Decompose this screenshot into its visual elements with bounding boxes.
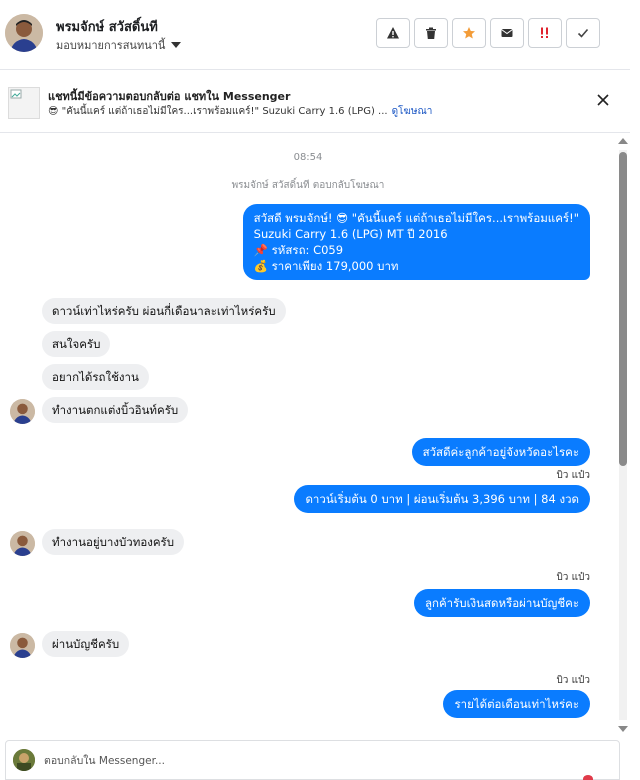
outgoing-message[interactable]: รายได้ต่อเดือนเท่าไหร่คะ — [443, 690, 590, 718]
incoming-message[interactable]: ทำงานตกแต่งบิ้วอินท์ครับ — [42, 397, 189, 423]
message-timestamp: 08:54 — [293, 152, 323, 163]
page-avatar — [13, 749, 35, 771]
contact-avatar-small — [10, 633, 35, 658]
broken-image-icon — [10, 89, 22, 99]
follow-up-button[interactable] — [528, 18, 562, 48]
ad-message-line: 💰 ราคาเพียง 179,000 บาท — [253, 259, 399, 273]
outgoing-message[interactable]: ดาวน์เริ่มต้น 0 บาท | ผ่อนเริ่มต้น 3,396… — [294, 485, 590, 513]
page-logo-icon — [13, 749, 35, 771]
incoming-message[interactable]: สนใจครับ — [42, 331, 111, 357]
message-thread[interactable]: 08:54 พรมจักษ์ สวัสดิ์นที ตอบกลับโฆษณา ส… — [0, 134, 630, 738]
contact-avatar[interactable] — [5, 14, 43, 52]
reply-input[interactable] — [44, 751, 584, 771]
messenger-reply-banner: แชทนี้มีข้อความตอบกลับต่อ แชทใน Messenge… — [0, 71, 630, 133]
person-icon — [10, 633, 35, 658]
conversation-header: พรมจักษ์ สวัสดิ์นที มอบหมายการสนทนานี้ — [0, 0, 630, 70]
assign-label: มอบหมายการสนทนานี้ — [56, 39, 166, 52]
close-icon[interactable] — [596, 93, 610, 107]
mark-unread-button[interactable] — [490, 18, 524, 48]
view-ad-link[interactable]: ดูโฆษณา — [392, 106, 433, 117]
ad-message-line: 📌 รหัสรถ: C059 — [253, 243, 344, 257]
incoming-message[interactable]: อยากได้รถใช้งาน — [42, 364, 149, 390]
ad-message-line: สวัสดี พรมจักษ์! 😎 "คันนี้แคร์ แต่ถ้าเธอ… — [253, 211, 579, 225]
assign-conversation-dropdown[interactable]: มอบหมายการสนทนานี้ — [56, 36, 182, 54]
exclamation-icon — [541, 27, 548, 38]
trash-icon — [426, 27, 436, 39]
ad-reply-notice: พรมจักษ์ สวัสดิ์นที ตอบกลับโฆษณา — [231, 180, 385, 191]
ad-caption: 😎 "คันนี้แคร์ แต่ถ้าเธอไม่มีใคร...เราพร้… — [48, 106, 388, 117]
caret-down-icon — [171, 42, 182, 48]
delete-button[interactable] — [414, 18, 448, 48]
outgoing-ad-message[interactable]: สวัสดี พรมจักษ์! 😎 "คันนี้แคร์ แต่ถ้าเธอ… — [242, 204, 590, 280]
banner-subtitle: 😎 "คันนี้แคร์ แต่ถ้าเธอไม่มีใคร...เราพร้… — [48, 104, 432, 119]
contact-avatar-small — [10, 399, 35, 424]
reply-composer — [5, 740, 620, 780]
banner-title: แชทนี้มีข้อความตอบกลับต่อ แชทใน Messenge… — [48, 90, 291, 103]
thread-scrollbar[interactable] — [616, 138, 630, 732]
header-actions — [376, 18, 600, 48]
ad-thumbnail — [8, 87, 40, 119]
envelope-icon — [501, 29, 513, 37]
ad-message-line: Suzuki Carry 1.6 (LPG) MT ปี 2016 — [253, 227, 448, 241]
scroll-down-arrow-icon[interactable] — [618, 726, 628, 732]
seen-by-label: บิว แป๋ว — [556, 675, 590, 686]
scroll-up-arrow-icon[interactable] — [618, 138, 628, 144]
star-icon — [463, 27, 475, 39]
mark-done-button[interactable] — [566, 18, 600, 48]
scroll-thumb[interactable] — [619, 152, 627, 466]
mark-spam-button[interactable] — [376, 18, 410, 48]
outgoing-message[interactable]: ลูกค้ารับเงินสดหรือผ่านบัญชีคะ — [413, 589, 590, 617]
incoming-message[interactable]: ผ่านบัญชีครับ — [42, 631, 130, 657]
seen-by-label: บิว แป๋ว — [556, 470, 590, 481]
person-icon — [10, 399, 35, 424]
incoming-message[interactable]: ทำงานอยู่บางบัวทองครับ — [42, 529, 185, 555]
emoji-icon[interactable] — [583, 775, 593, 780]
contact-avatar-small — [10, 531, 35, 556]
person-icon — [5, 14, 43, 52]
contact-name[interactable]: พรมจักษ์ สวัสดิ์นที — [56, 16, 158, 37]
person-icon — [10, 531, 35, 556]
star-button[interactable] — [452, 18, 486, 48]
outgoing-message[interactable]: สวัสดีค่ะลูกค้าอยู่จังหวัดอะไรคะ — [411, 438, 590, 466]
warning-icon — [387, 27, 399, 39]
check-icon — [577, 28, 589, 38]
incoming-message[interactable]: ดาวน์เท่าไหร่ครับ ผ่อนกี่เดือนาละเท่าไหร… — [42, 298, 286, 324]
seen-by-label: บิว แป๋ว — [556, 572, 590, 583]
